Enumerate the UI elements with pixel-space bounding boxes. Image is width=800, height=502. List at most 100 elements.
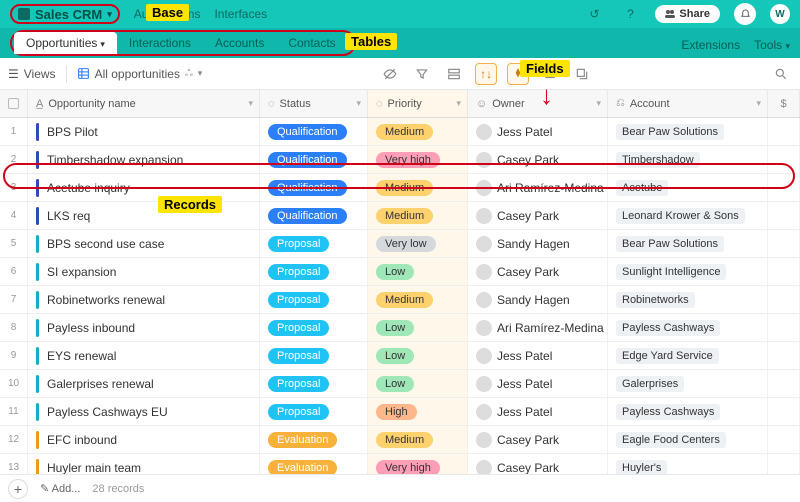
table-tab-opportunities[interactable]: Opportunities▾ [14, 32, 117, 54]
cell-status[interactable]: Qualification [260, 174, 368, 201]
cell-status[interactable]: Proposal [260, 230, 368, 257]
cell-more[interactable] [768, 230, 800, 257]
cell-account[interactable]: Galerprises [608, 370, 768, 397]
filter-icon[interactable] [411, 63, 433, 85]
base-switcher[interactable]: Sales CRM ▾ [10, 4, 120, 24]
cell-more[interactable] [768, 342, 800, 369]
table-row[interactable]: 9EYS renewalProposalLowJess PatelEdge Ya… [0, 342, 800, 370]
cell-name[interactable]: Payless Cashways EU [28, 398, 260, 425]
cell-owner[interactable]: Jess Patel [468, 398, 608, 425]
column-header-priority[interactable]: ◌ Priority▾ [368, 90, 468, 117]
cell-more[interactable] [768, 174, 800, 201]
table-tab-contacts[interactable]: Contacts [276, 32, 347, 54]
cell-account[interactable]: Acetube [608, 174, 768, 201]
cell-account[interactable]: Robinetworks [608, 286, 768, 313]
cell-owner[interactable]: Ari Ramírez-Medina [468, 174, 608, 201]
table-row[interactable]: 8Payless inboundProposalLowAri Ramírez-M… [0, 314, 800, 342]
nav-interfaces[interactable]: Interfaces [214, 7, 267, 21]
table-row[interactable]: 10Galerprises renewalProposalLowJess Pat… [0, 370, 800, 398]
table-tab-accounts[interactable]: Accounts [203, 32, 276, 54]
cell-account[interactable]: Payless Cashways [608, 398, 768, 425]
cell-owner[interactable]: Casey Park [468, 426, 608, 453]
cell-owner[interactable]: Jess Patel [468, 342, 608, 369]
select-all-checkbox[interactable] [0, 90, 28, 117]
notifications-icon[interactable] [734, 3, 756, 25]
table-row[interactable]: 3Acetube inquiryQualificationMediumAri R… [0, 174, 800, 202]
table-row[interactable]: 6SI expansionProposalLowCasey ParkSunlig… [0, 258, 800, 286]
cell-account[interactable]: Sunlight Intelligence [608, 258, 768, 285]
cell-status[interactable]: Proposal [260, 342, 368, 369]
cell-more[interactable] [768, 118, 800, 145]
table-row[interactable]: 12EFC inboundEvaluationMediumCasey ParkE… [0, 426, 800, 454]
cell-more[interactable] [768, 314, 800, 341]
hide-fields-icon[interactable] [379, 63, 401, 85]
cell-account[interactable]: Edge Yard Service [608, 342, 768, 369]
cell-account[interactable]: Eagle Food Centers [608, 426, 768, 453]
cell-priority[interactable]: Medium [368, 118, 468, 145]
cell-priority[interactable]: Medium [368, 202, 468, 229]
extensions-link[interactable]: Extensions [681, 38, 740, 52]
table-row[interactable]: 5BPS second use caseProposalVery lowSand… [0, 230, 800, 258]
table-row[interactable]: 7Robinetworks renewalProposalMediumSandy… [0, 286, 800, 314]
cell-priority[interactable]: High [368, 398, 468, 425]
table-row[interactable]: 1BPS PilotQualificationMediumJess PatelB… [0, 118, 800, 146]
cell-status[interactable]: Proposal [260, 314, 368, 341]
cell-name[interactable]: LKS req [28, 202, 260, 229]
cell-name[interactable]: EFC inbound [28, 426, 260, 453]
cell-priority[interactable]: Medium [368, 426, 468, 453]
cell-status[interactable]: Proposal [260, 258, 368, 285]
cell-priority[interactable]: Medium [368, 174, 468, 201]
column-header-more[interactable]: $ [768, 90, 800, 117]
cell-priority[interactable]: Very high [368, 146, 468, 173]
cell-name[interactable]: Timbershadow expansion [28, 146, 260, 173]
table-tab-interactions[interactable]: Interactions [117, 32, 203, 54]
column-header-status[interactable]: ◌ Status▾ [260, 90, 368, 117]
column-header-name[interactable]: A̲ Opportunity name▾ [28, 90, 260, 117]
cell-account[interactable]: Payless Cashways [608, 314, 768, 341]
add-record-link[interactable]: ✎ Add... [40, 482, 80, 495]
add-record-plus[interactable]: + [8, 479, 28, 499]
cell-more[interactable] [768, 202, 800, 229]
cell-name[interactable]: BPS Pilot [28, 118, 260, 145]
cell-account[interactable]: Bear Paw Solutions [608, 118, 768, 145]
help-icon[interactable]: ? [619, 3, 641, 25]
views-button[interactable]: ☰ Views [8, 67, 56, 81]
cell-status[interactable]: Qualification [260, 202, 368, 229]
history-icon[interactable]: ↺ [583, 3, 605, 25]
cell-name[interactable]: SI expansion [28, 258, 260, 285]
cell-more[interactable] [768, 286, 800, 313]
cell-status[interactable]: Qualification [260, 146, 368, 173]
cell-priority[interactable]: Low [368, 342, 468, 369]
cell-owner[interactable]: Jess Patel [468, 370, 608, 397]
cell-name[interactable]: Galerprises renewal [28, 370, 260, 397]
cell-more[interactable] [768, 426, 800, 453]
search-icon[interactable] [770, 63, 792, 85]
cell-status[interactable]: Evaluation [260, 426, 368, 453]
table-row[interactable]: 11Payless Cashways EUProposalHighJess Pa… [0, 398, 800, 426]
table-row[interactable]: 2Timbershadow expansionQualificationVery… [0, 146, 800, 174]
cell-name[interactable]: Acetube inquiry [28, 174, 260, 201]
cell-priority[interactable]: Low [368, 370, 468, 397]
cell-owner[interactable]: Casey Park [468, 258, 608, 285]
view-switcher[interactable]: All opportunities ஃ ▾ [77, 67, 203, 81]
share-button[interactable]: Share [655, 5, 720, 23]
share-view-icon[interactable] [571, 63, 593, 85]
cell-more[interactable] [768, 146, 800, 173]
cell-priority[interactable]: Medium [368, 286, 468, 313]
cell-priority[interactable]: Low [368, 258, 468, 285]
cell-status[interactable]: Proposal [260, 398, 368, 425]
user-avatar[interactable]: W [770, 4, 790, 24]
cell-status[interactable]: Qualification [260, 118, 368, 145]
cell-name[interactable]: Robinetworks renewal [28, 286, 260, 313]
cell-name[interactable]: Payless inbound [28, 314, 260, 341]
cell-more[interactable] [768, 258, 800, 285]
tools-link[interactable]: Tools ▾ [754, 38, 790, 52]
cell-status[interactable]: Proposal [260, 370, 368, 397]
cell-owner[interactable]: Casey Park [468, 202, 608, 229]
cell-owner[interactable]: Jess Patel [468, 118, 608, 145]
cell-account[interactable]: Leonard Krower & Sons [608, 202, 768, 229]
table-row[interactable]: 4LKS reqQualificationMediumCasey ParkLeo… [0, 202, 800, 230]
cell-account[interactable]: Timbershadow [608, 146, 768, 173]
cell-status[interactable]: Proposal [260, 286, 368, 313]
cell-priority[interactable]: Low [368, 314, 468, 341]
